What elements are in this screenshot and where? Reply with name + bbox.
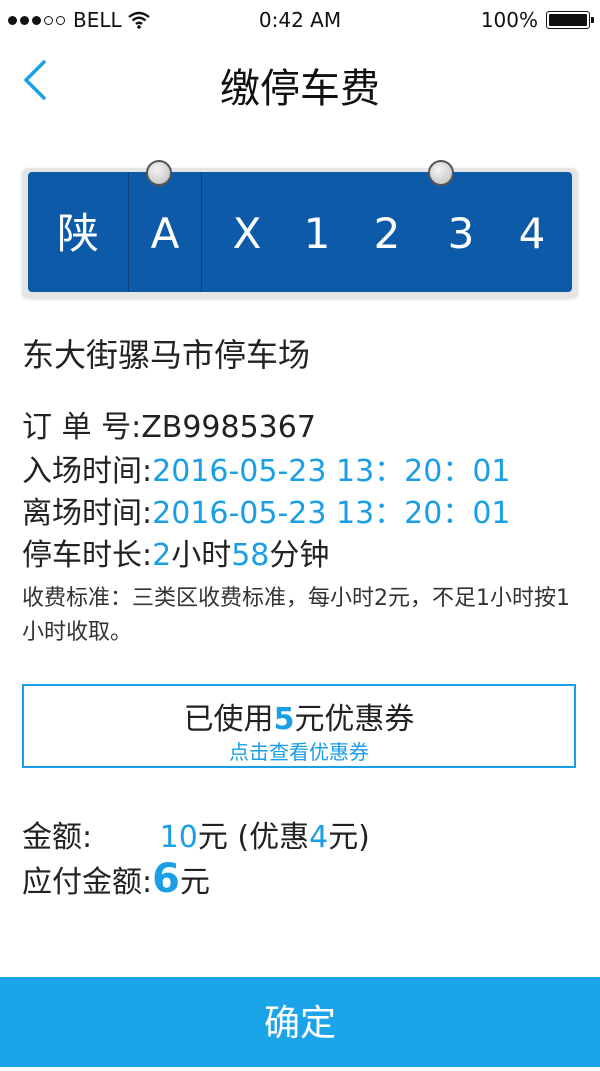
- discount-value: 4: [309, 820, 329, 855]
- order-number-value: ZB9985367: [141, 410, 316, 445]
- duration-row: 停车时长:2小时58分钟: [22, 530, 329, 574]
- plate-char[interactable]: 2: [352, 172, 422, 292]
- discount-unit: 元): [328, 820, 370, 855]
- plate-divider: [201, 172, 202, 292]
- plate-char[interactable]: 1: [282, 172, 352, 292]
- battery-icon: [546, 11, 594, 29]
- exit-time-value: 2016-05-23 13：20：01: [152, 496, 511, 531]
- plate-char[interactable]: 3: [426, 172, 496, 292]
- amount-row: 金额: 10元 (优惠4元): [22, 812, 370, 856]
- page-title: 缴停车费: [220, 66, 380, 112]
- coupon-amount: 5: [273, 702, 295, 737]
- duration-minutes-unit: 分钟: [269, 538, 330, 573]
- plate-char[interactable]: X: [212, 172, 282, 292]
- confirm-button[interactable]: 确定: [0, 977, 600, 1067]
- amount-unit: 元 (优惠: [197, 820, 310, 855]
- plate-char[interactable]: 4: [497, 172, 567, 292]
- parking-lot-name: 东大街骡马市停车场: [22, 336, 311, 374]
- coupon-box[interactable]: 已使用5元优惠券 点击查看优惠券: [22, 684, 576, 768]
- view-coupons-link[interactable]: 点击查看优惠券: [24, 736, 574, 765]
- battery-percent: 100%: [480, 8, 538, 32]
- amount-value: 10: [159, 820, 198, 855]
- plate-rivet-icon: [146, 160, 172, 186]
- amount-due-unit: 元: [179, 865, 210, 900]
- amount-due-label: 应付金额:: [22, 865, 153, 900]
- plate-letter[interactable]: A: [129, 172, 201, 292]
- amount-due-value: 6: [152, 856, 180, 902]
- plate-face: 陕 A X 1 2 3 4: [28, 172, 572, 292]
- nav-bar: 缴停车费: [0, 40, 600, 120]
- plate-rivet-icon: [428, 160, 454, 186]
- exit-time-label: 离场时间:: [22, 496, 153, 531]
- exit-time-row: 离场时间:2016-05-23 13：20：01: [22, 488, 511, 532]
- license-plate: 陕 A X 1 2 3 4: [22, 160, 578, 298]
- duration-minutes: 58: [231, 538, 270, 573]
- fee-rule: 收费标准：三类区收费标准，每小时2元，不足1小时按1小时收取。: [22, 586, 570, 645]
- plate-province[interactable]: 陕: [28, 172, 128, 292]
- entry-time-label: 入场时间:: [22, 454, 153, 489]
- duration-label: 停车时长:: [22, 538, 153, 573]
- duration-hours: 2: [152, 538, 172, 573]
- order-number-label: 订 单 号:: [22, 410, 142, 445]
- amount-label: 金额:: [22, 820, 93, 855]
- duration-hours-unit: 小时: [171, 538, 232, 573]
- entry-time-row: 入场时间:2016-05-23 13：20：01: [22, 446, 511, 490]
- status-bar: BELL 0:42 AM 100%: [0, 0, 600, 40]
- entry-time-value: 2016-05-23 13：20：01: [152, 454, 511, 489]
- coupon-used-text: 已使用5元优惠券: [183, 702, 415, 737]
- amount-due-row: 应付金额:6元: [22, 856, 210, 902]
- order-number-row: 订 单 号:ZB9985367: [22, 402, 316, 446]
